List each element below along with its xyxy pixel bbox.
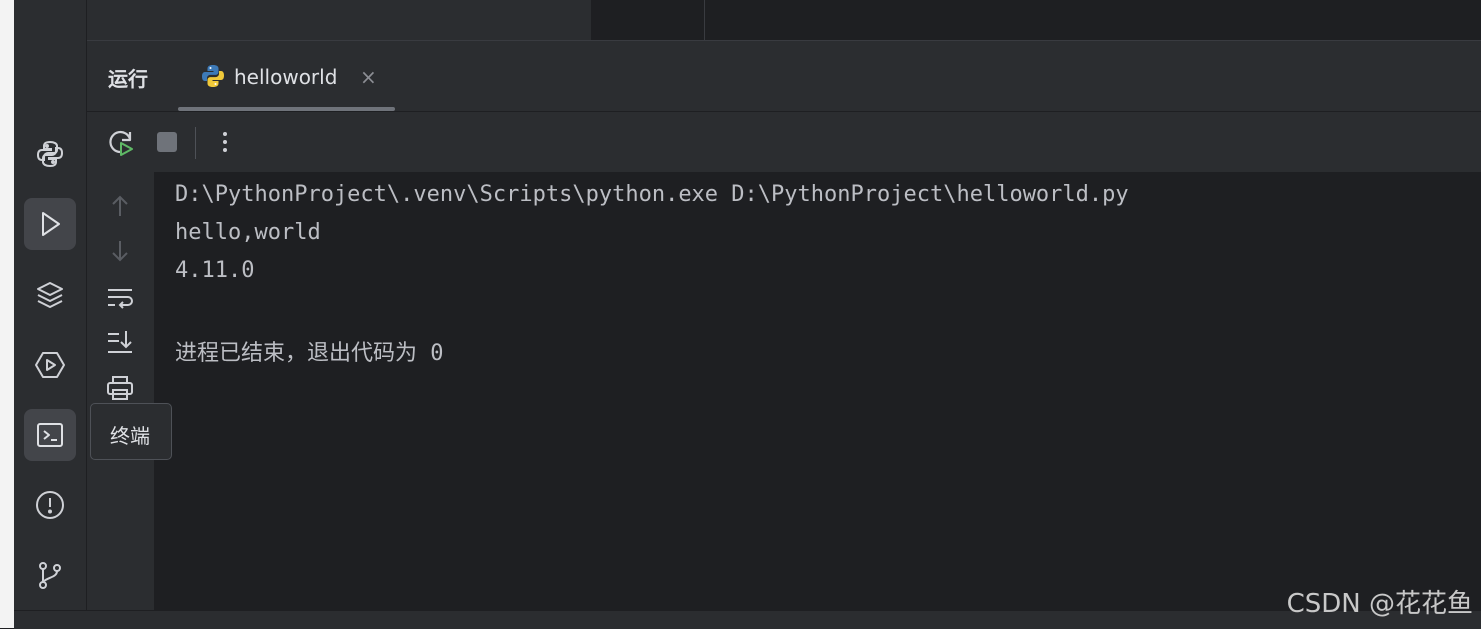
- run-toolbar: [87, 112, 1481, 172]
- console-output[interactable]: D:\PythonProject\.venv\Scripts\python.ex…: [154, 172, 1481, 610]
- editor-tab-area: [87, 0, 591, 40]
- editor-tab-strip: [87, 0, 1481, 41]
- layers-icon: [37, 282, 63, 308]
- run-icon: [42, 212, 60, 236]
- git-button[interactable]: [24, 549, 76, 601]
- run-button[interactable]: [24, 198, 76, 250]
- console-line: 4.11.0: [175, 258, 255, 283]
- layers-button[interactable]: [24, 269, 76, 321]
- terminal-tooltip: 终端: [90, 403, 172, 460]
- python-icon: [202, 65, 224, 87]
- run-panel-header: 运行 helloworld ×: [87, 41, 1481, 112]
- more-options-icon[interactable]: [210, 127, 240, 157]
- console-line: D:\PythonProject\.venv\Scripts\python.ex…: [175, 182, 1129, 207]
- watermark: CSDN @花花鱼: [1286, 589, 1473, 619]
- terminal-button[interactable]: [24, 409, 76, 461]
- toolbar-separator: [195, 127, 196, 159]
- rerun-icon[interactable]: [106, 127, 136, 157]
- arrow-up-icon[interactable]: [105, 191, 135, 221]
- problems-icon: [36, 491, 64, 519]
- services-button[interactable]: [24, 339, 76, 391]
- activity-bar: [14, 0, 87, 610]
- problems-button[interactable]: [24, 479, 76, 531]
- tab-label: helloworld: [234, 65, 338, 89]
- print-icon[interactable]: [105, 373, 135, 403]
- console-line: hello,world: [175, 220, 321, 245]
- console-line: 进程已结束，退出代码为 0: [175, 341, 444, 366]
- terminal-icon: [37, 423, 63, 447]
- python-packages-icon: [36, 140, 64, 168]
- status-bar: [14, 610, 1481, 629]
- soft-wrap-icon[interactable]: [105, 282, 135, 312]
- tab-helloworld[interactable]: helloworld ×: [178, 41, 395, 111]
- active-tab-indicator: [178, 107, 395, 111]
- python-packages-button[interactable]: [24, 128, 76, 180]
- stop-icon[interactable]: [152, 127, 182, 157]
- console-side-toolbar: [87, 172, 154, 610]
- panel-title: 运行: [108, 67, 148, 91]
- editor-divider: [704, 0, 705, 40]
- git-icon: [39, 562, 61, 589]
- tooltip-text: 终端: [110, 424, 150, 448]
- window-edge: [0, 0, 14, 628]
- scroll-to-end-icon[interactable]: [105, 327, 135, 357]
- services-icon: [35, 352, 65, 378]
- tab-close-button[interactable]: ×: [360, 65, 377, 89]
- arrow-down-icon[interactable]: [105, 236, 135, 266]
